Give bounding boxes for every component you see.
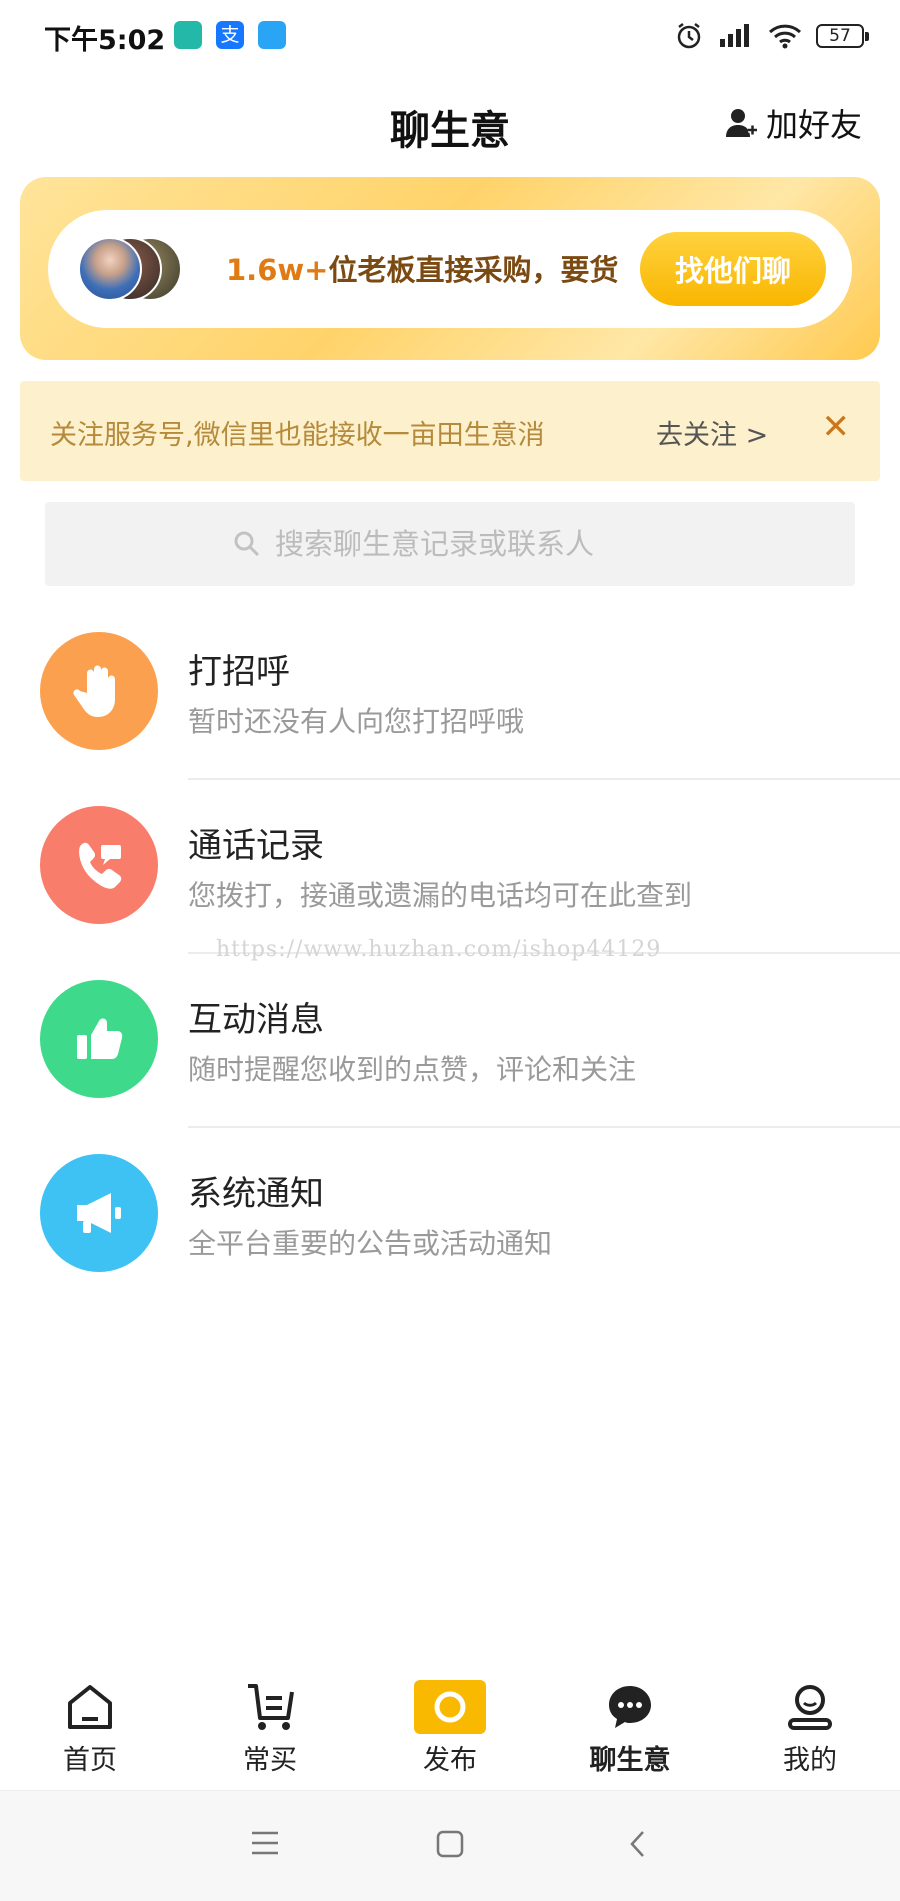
header: 聊生意 加好友	[0, 86, 900, 160]
item-title: 互动消息	[188, 1000, 324, 1040]
home-square-icon[interactable]	[435, 1829, 465, 1859]
item-title: 系统通知	[188, 1174, 324, 1214]
phone-icon	[40, 806, 158, 924]
search-bar[interactable]	[45, 502, 855, 586]
item-title: 打招呼	[188, 652, 290, 692]
alipay-icon: 支	[216, 21, 244, 49]
battery-level: 57	[829, 26, 851, 46]
divider	[188, 1126, 900, 1128]
list-item-greetings[interactable]: 打招呼 暂时还没有人向您打招呼哦	[0, 632, 900, 806]
item-subtitle: 全平台重要的公告或活动通知	[188, 1227, 553, 1260]
profile-icon	[780, 1680, 840, 1734]
divider	[188, 778, 900, 780]
item-subtitle: 暂时还没有人向您打招呼哦	[188, 705, 525, 738]
nav-frequent-buy[interactable]: 常买	[200, 1680, 340, 1777]
add-user-icon	[725, 109, 757, 137]
home-icon	[60, 1680, 120, 1734]
buyers-banner[interactable]: 1.6w+位老板直接采购，要货 找他们聊	[20, 177, 880, 360]
add-friend-label: 加好友	[765, 106, 862, 144]
search-input[interactable]	[273, 526, 667, 562]
message-app-icon	[258, 21, 286, 49]
search-icon	[234, 531, 260, 557]
nav-home[interactable]: 首页	[20, 1680, 160, 1777]
follow-link[interactable]: 去关注 >	[656, 413, 768, 452]
back-icon[interactable]	[628, 1829, 648, 1859]
notice-text: 关注服务号,微信里也能接收一亩田生意消	[50, 420, 545, 451]
chat-with-buyers-button[interactable]: 找他们聊	[640, 232, 826, 306]
follow-notice: 关注服务号,微信里也能接收一亩田生意消 去关注 > ✕	[20, 381, 880, 481]
nav-label: 发布	[423, 1745, 477, 1776]
alarm-icon	[677, 23, 701, 49]
banner-label: 位老板直接采购，要货	[328, 253, 619, 287]
banner-text: 1.6w+位老板直接采购，要货	[226, 247, 618, 289]
nav-chat[interactable]: 聊生意	[560, 1680, 700, 1777]
list-item-interactions[interactable]: 互动消息 随时提醒您收到的点赞，评论和关注	[0, 980, 900, 1154]
watermark: https://www.huzhan.com/ishop44129	[216, 937, 662, 962]
wifi-icon	[768, 24, 802, 49]
add-friend-button[interactable]: 加好友	[724, 100, 862, 146]
megaphone-icon	[40, 1154, 158, 1272]
signal-icon	[720, 24, 749, 47]
status-indicators: 57	[674, 18, 869, 54]
item-subtitle: 您拨打，接通或遗漏的电话均可在此查到	[188, 879, 693, 912]
banner-count: 1.6w+	[226, 253, 329, 287]
nav-publish[interactable]: 发布	[380, 1680, 520, 1777]
nav-label: 我的	[783, 1745, 837, 1776]
cart-icon	[240, 1680, 300, 1734]
avatar	[78, 237, 142, 301]
boss-app-icon	[174, 21, 202, 49]
item-title: 通话记录	[188, 826, 324, 866]
system-nav-bar	[0, 1790, 900, 1901]
avatar-group	[78, 237, 208, 301]
hand-wave-icon	[40, 632, 158, 750]
publish-icon	[414, 1680, 486, 1734]
nav-label: 首页	[63, 1745, 117, 1776]
chat-icon	[600, 1680, 660, 1734]
nav-profile[interactable]: 我的	[740, 1680, 880, 1777]
battery-icon: 57	[816, 24, 869, 48]
menu-icon[interactable]	[250, 1829, 280, 1857]
nav-label: 常买	[243, 1745, 297, 1776]
close-icon[interactable]: ✕	[822, 407, 851, 447]
nav-label: 聊生意	[589, 1745, 671, 1776]
status-time: 下午5:02	[44, 25, 166, 56]
status-bar: 下午5:02 支 57	[0, 0, 900, 76]
list-item-system-notices[interactable]: 系统通知 全平台重要的公告或活动通知	[0, 1154, 900, 1328]
item-subtitle: 随时提醒您收到的点赞，评论和关注	[188, 1053, 637, 1086]
thumbs-up-icon	[40, 980, 158, 1098]
bottom-nav: 首页 常买 发布 聊生意 我的	[0, 1660, 900, 1790]
banner-card: 1.6w+位老板直接采购，要货 找他们聊	[48, 210, 852, 328]
